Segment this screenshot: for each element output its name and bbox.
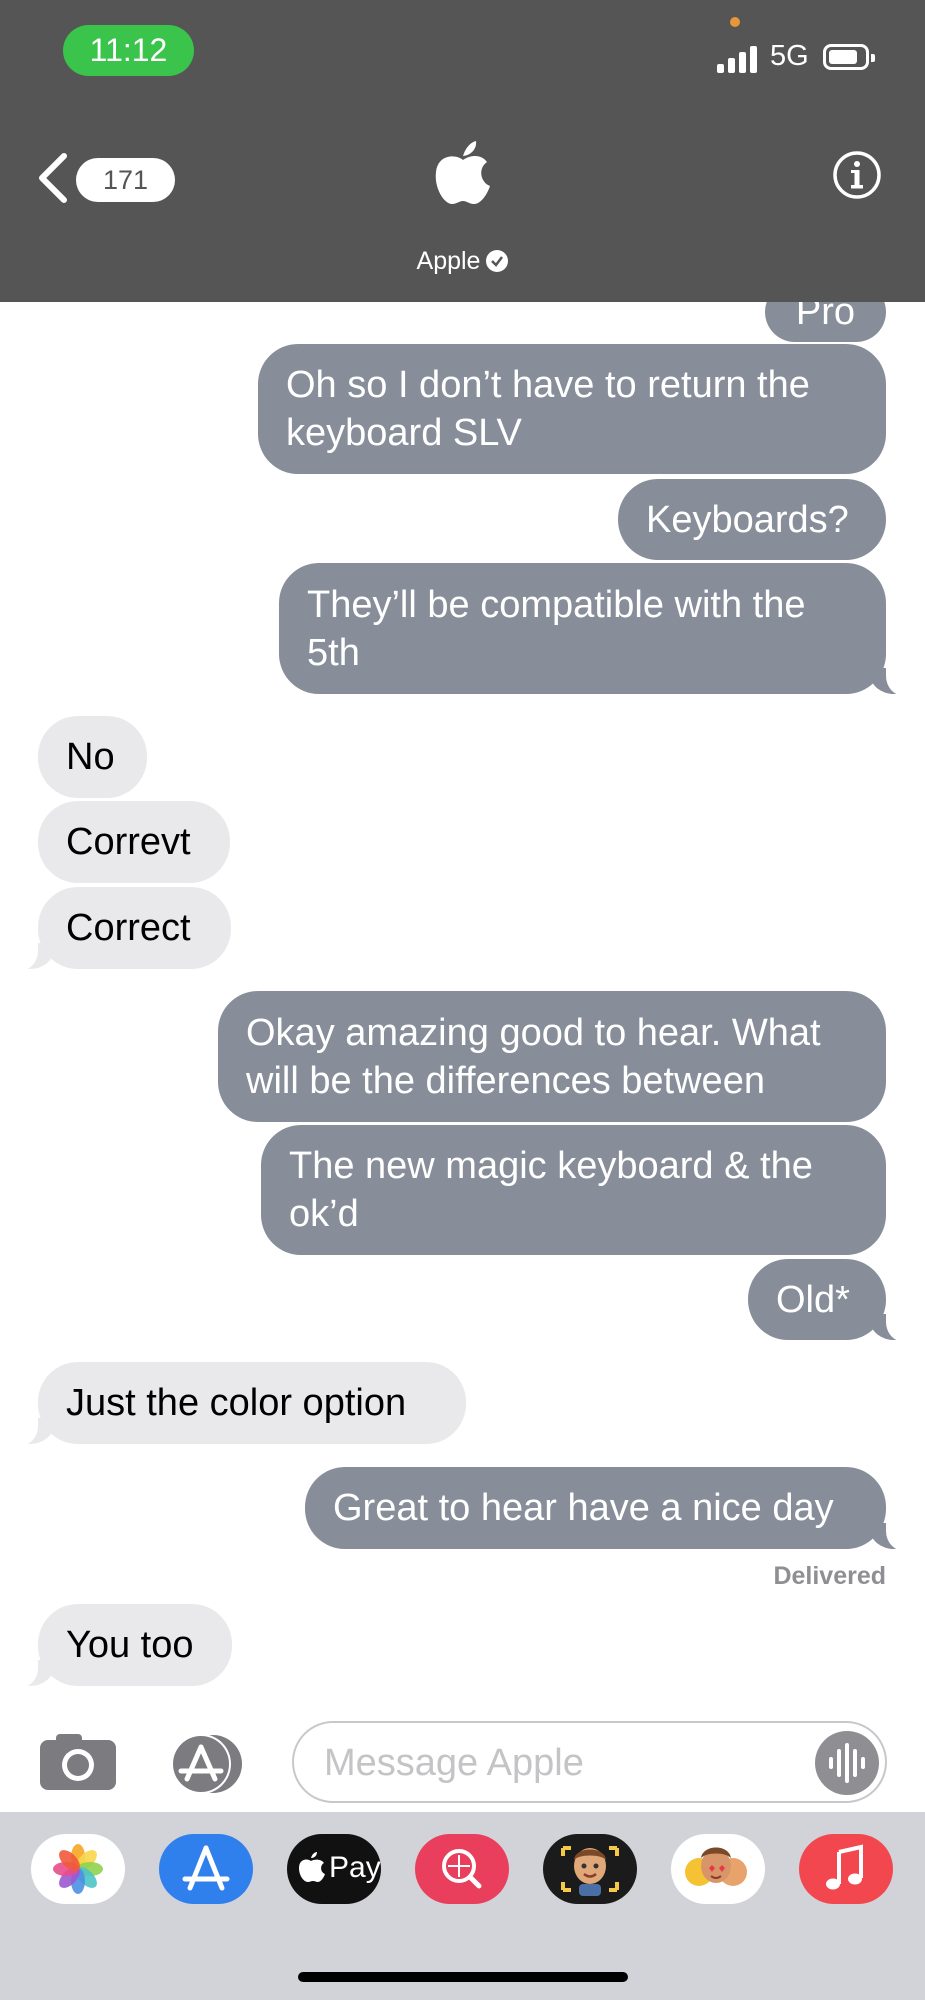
contact-name-row[interactable]: Apple	[0, 247, 925, 276]
back-button[interactable]: 171	[34, 148, 175, 208]
apple-logo-icon[interactable]	[432, 140, 494, 206]
message-input-container	[292, 1721, 887, 1803]
waveform-icon	[829, 1743, 865, 1783]
music-icon[interactable]	[799, 1834, 893, 1904]
chevron-left-icon	[39, 153, 67, 203]
message-bubble-outgoing[interactable]: They’ll be compatible with the 5th	[279, 563, 912, 696]
contact-name: Apple	[416, 247, 481, 275]
audio-message-button[interactable]	[815, 1731, 879, 1795]
imessage-app-drawer: Pay	[0, 1812, 925, 2000]
home-indicator	[298, 1972, 628, 1982]
camera-icon[interactable]	[38, 1730, 118, 1792]
message-bubble-outgoing[interactable]: Oh so I don’t have to return the keyboar…	[258, 344, 886, 474]
image-search-icon[interactable]	[415, 1834, 509, 1904]
message-bubble-incoming[interactable]: You too	[12, 1604, 232, 1688]
unread-count-badge: 171	[76, 158, 175, 202]
memoji-stickers-icon[interactable]	[671, 1834, 765, 1904]
apple-pay-icon[interactable]: Pay	[287, 1834, 381, 1904]
mic-indicator-dot	[730, 17, 740, 27]
message-input[interactable]	[322, 1737, 786, 1789]
message-bubble-incoming[interactable]: Just the color option	[12, 1362, 466, 1446]
message-bubble-outgoing[interactable]: The new magic keyboard & the ok’d	[261, 1125, 886, 1255]
message-bubble-incoming[interactable]: Correct	[12, 887, 231, 971]
message-bubble-outgoing[interactable]: Old*	[748, 1259, 912, 1342]
conversation-header: 11:12 5G 171 Apple	[0, 0, 925, 302]
delivered-status: Delivered	[773, 1562, 886, 1590]
verified-badge-icon	[486, 250, 509, 272]
message-bubble-outgoing[interactable]: Great to hear have a nice day	[305, 1467, 912, 1551]
info-icon[interactable]	[832, 150, 882, 200]
apple-pay-label: Pay	[329, 1851, 381, 1884]
photos-icon[interactable]	[31, 1834, 125, 1904]
network-type: 5G	[770, 40, 809, 72]
message-bubble-outgoing[interactable]: Keyboards?	[618, 479, 886, 560]
app-store-apps-icon[interactable]	[165, 1733, 251, 1795]
message-bubble-incoming[interactable]: No	[38, 716, 147, 798]
battery-icon	[823, 44, 875, 70]
memoji-icon[interactable]	[543, 1834, 637, 1904]
message-bubble-incoming[interactable]: Correvt	[38, 801, 230, 883]
app-store-icon[interactable]	[159, 1834, 253, 1904]
status-time: 11:12	[63, 25, 194, 76]
message-bubble-outgoing[interactable]: Okay amazing good to hear. What will be …	[218, 991, 886, 1122]
signal-strength-icon	[717, 45, 759, 73]
